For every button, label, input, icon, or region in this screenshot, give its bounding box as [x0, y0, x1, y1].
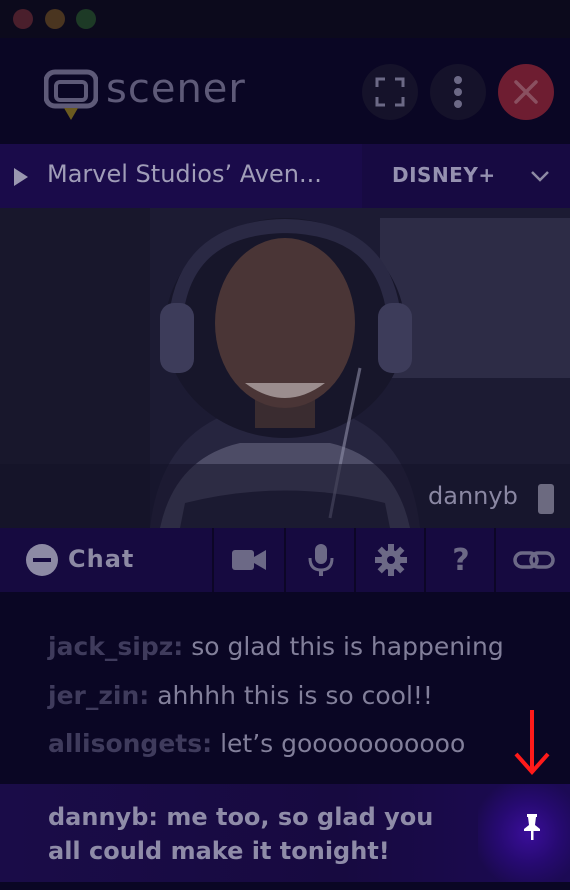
- message-text: ahhhh this is so cool!!: [149, 681, 433, 710]
- window-minimize-button[interactable]: [45, 9, 65, 29]
- more-vertical-icon: [454, 76, 462, 108]
- scener-logo-icon: [43, 68, 99, 124]
- pin-icon: [524, 814, 540, 840]
- close-app-button[interactable]: [498, 64, 554, 120]
- chat-message: allisongets: let’s gooooooooooo: [48, 729, 465, 758]
- participant-username: dannyb: [428, 482, 518, 510]
- service-label: DISNEY+: [392, 163, 496, 187]
- chevron-down-icon[interactable]: [530, 164, 550, 188]
- more-options-button[interactable]: [430, 64, 486, 120]
- message-user: jer_zin:: [48, 681, 150, 710]
- minus-circle-icon: [26, 544, 58, 576]
- pinned-message: dannyb: me too, so glad you all could ma…: [0, 784, 570, 882]
- window-close-button[interactable]: [13, 9, 33, 29]
- media-title: Marvel Studios’ Aven...: [47, 160, 322, 188]
- window-titlebar: [0, 0, 570, 38]
- bottom-strip: [0, 882, 570, 890]
- fullscreen-icon: [375, 77, 405, 107]
- play-icon[interactable]: [14, 168, 28, 186]
- help-icon: ?: [452, 542, 470, 578]
- chat-toolbar: Chat ?: [0, 528, 570, 592]
- message-text: so glad this is happening: [183, 632, 504, 661]
- media-bar[interactable]: Marvel Studios’ Aven... DISNEY+: [0, 144, 570, 208]
- chat-messages: jack_sipz: so glad this is happening jer…: [0, 592, 570, 784]
- chat-message: jer_zin: ahhhh this is so cool!!: [48, 681, 433, 710]
- share-link-button[interactable]: [494, 528, 570, 592]
- microphone-icon: [308, 544, 334, 576]
- fullscreen-button[interactable]: [362, 64, 418, 120]
- link-icon: [513, 551, 555, 569]
- chat-tab[interactable]: Chat: [0, 528, 212, 592]
- settings-icon: [375, 544, 407, 576]
- close-icon: [514, 80, 538, 104]
- pinned-message-text: dannyb: me too, so glad you all could ma…: [48, 803, 434, 865]
- app-header: scener: [0, 38, 570, 144]
- help-button[interactable]: ?: [424, 528, 496, 592]
- chat-message: jack_sipz: so glad this is happening: [48, 632, 504, 661]
- settings-button[interactable]: [354, 528, 426, 592]
- message-user: allisongets:: [48, 729, 213, 758]
- video-feed: dannyb: [0, 208, 570, 528]
- microphone-button[interactable]: [284, 528, 356, 592]
- annotation-arrow-icon: [514, 710, 550, 776]
- message-text: let’s gooooooooooo: [212, 729, 466, 758]
- message-user: jack_sipz:: [48, 632, 184, 661]
- brand-name: scener: [106, 66, 246, 112]
- window-maximize-button[interactable]: [76, 9, 96, 29]
- remote-control-icon: [538, 484, 554, 514]
- video-camera-icon: [232, 550, 266, 570]
- chat-label: Chat: [68, 545, 135, 573]
- camera-button[interactable]: [212, 528, 284, 592]
- pin-button[interactable]: [512, 807, 552, 847]
